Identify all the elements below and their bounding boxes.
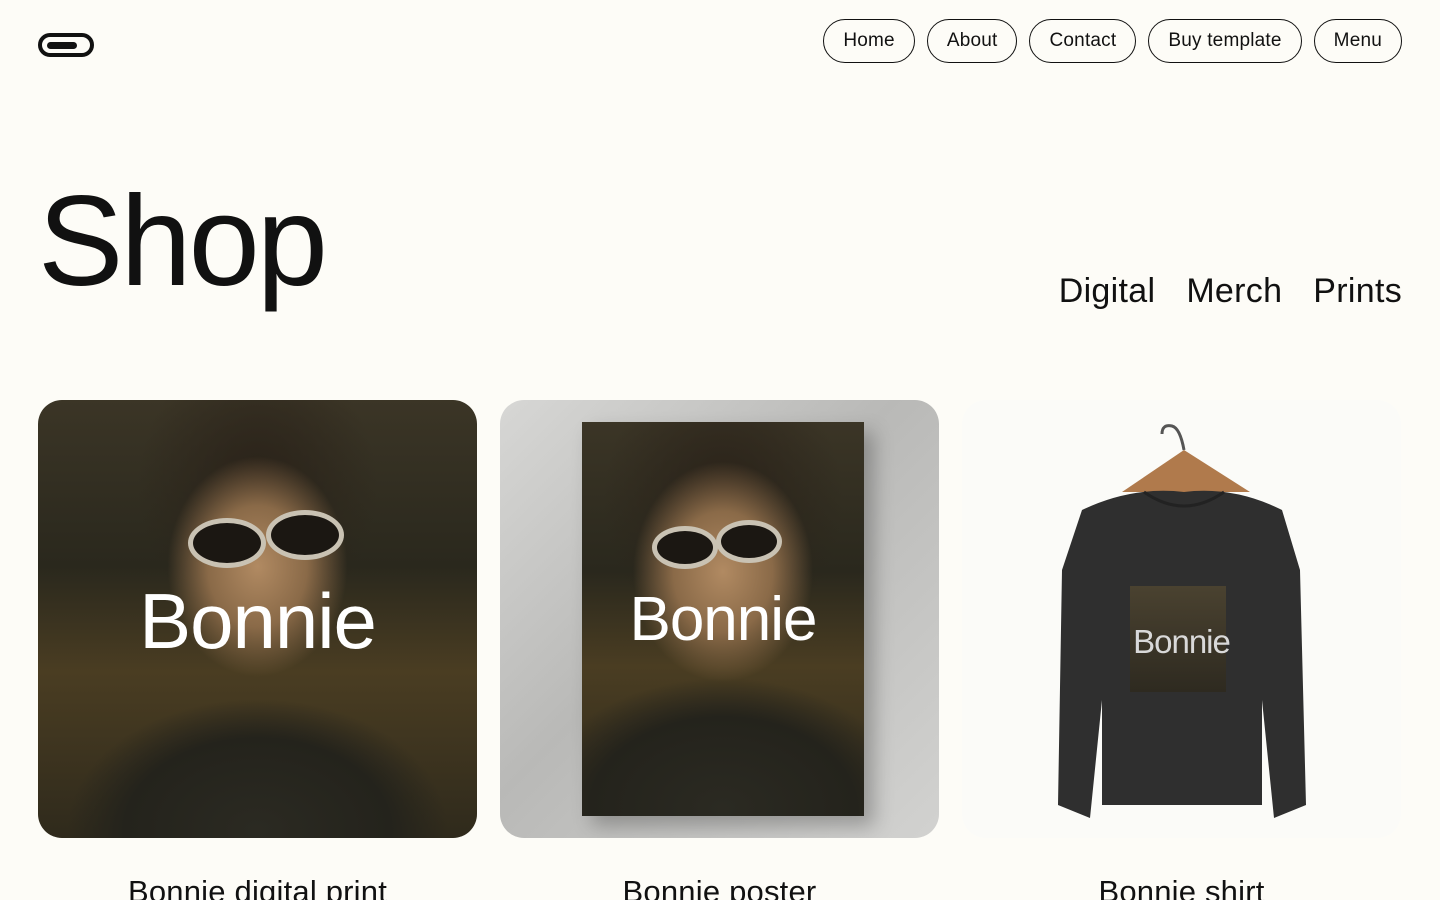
top-nav: Home About Contact Buy template Menu <box>823 19 1402 63</box>
product-card-digital-print[interactable]: Bonnie Bonnie digital print <box>38 400 477 900</box>
product-title[interactable]: Bonnie poster <box>500 874 939 900</box>
nav-home-button[interactable]: Home <box>823 19 915 63</box>
poster-sheet: Bonnie <box>582 422 864 816</box>
page-title: Shop <box>38 170 328 313</box>
sunglasses-lens <box>266 510 344 560</box>
filter-merch[interactable]: Merch <box>1186 272 1282 311</box>
filter-digital[interactable]: Digital <box>1059 272 1156 311</box>
product-image[interactable]: Bonnie <box>962 400 1401 838</box>
product-title[interactable]: Bonnie shirt <box>962 874 1401 900</box>
logo-icon[interactable] <box>38 31 94 59</box>
nav-contact-button[interactable]: Contact <box>1029 19 1137 63</box>
image-brand-text: Bonnie <box>1133 623 1231 660</box>
product-title[interactable]: Bonnie digital print <box>38 874 477 900</box>
image-brand-text: Bonnie <box>629 585 817 654</box>
product-card-shirt[interactable]: Bonnie Bonnie shirt <box>962 400 1401 900</box>
nav-menu-button[interactable]: Menu <box>1313 19 1402 63</box>
sunglasses-lens <box>652 526 718 569</box>
category-filters: Digital Merch Prints <box>1059 272 1402 311</box>
product-image[interactable]: Bonnie <box>38 400 477 838</box>
sunglasses-lens <box>188 518 266 568</box>
sunglasses-lens <box>716 520 782 563</box>
product-card-poster[interactable]: Bonnie Bonnie poster <box>500 400 939 900</box>
nav-buy-template-button[interactable]: Buy template <box>1148 19 1302 63</box>
shop-page: Home About Contact Buy template Menu Sho… <box>0 0 1440 900</box>
product-image[interactable]: Bonnie <box>500 400 939 838</box>
image-brand-text: Bonnie <box>139 577 377 665</box>
nav-about-button[interactable]: About <box>926 19 1018 63</box>
filter-prints[interactable]: Prints <box>1313 272 1402 311</box>
